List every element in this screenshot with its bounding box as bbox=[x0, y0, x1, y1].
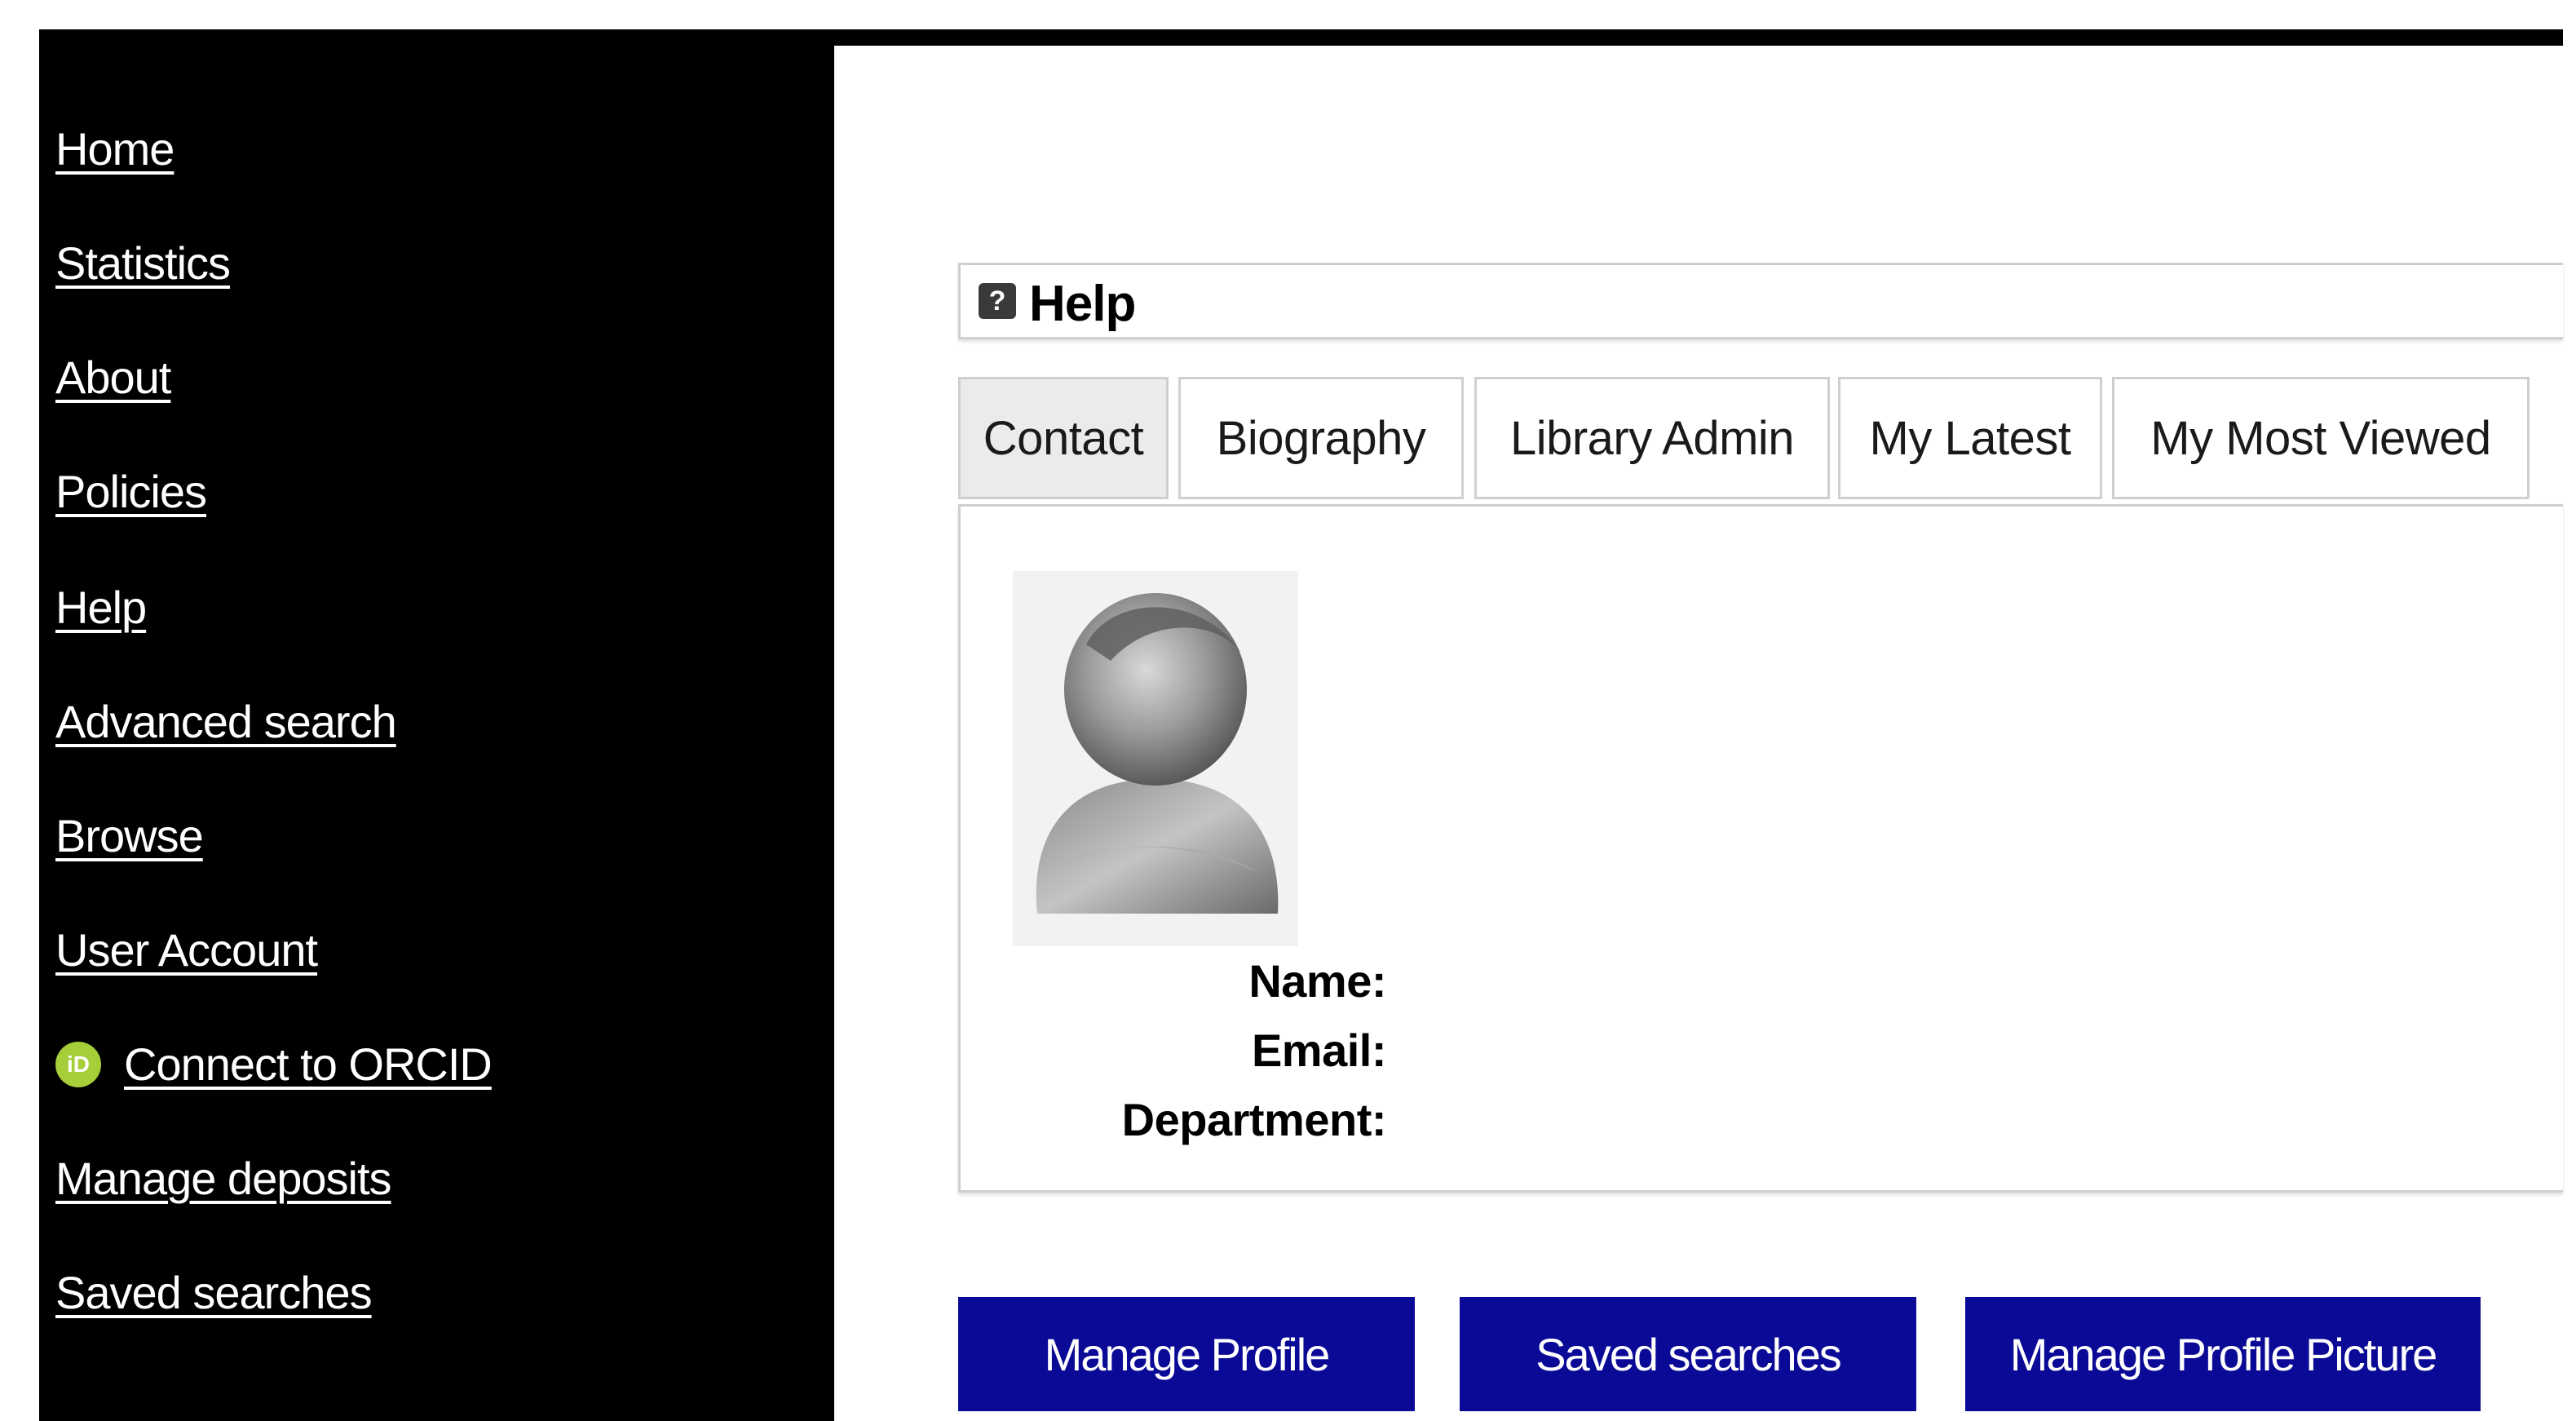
orcid-icon: iD bbox=[55, 1041, 101, 1087]
sidebar-item-saved-searches[interactable]: Saved searches bbox=[55, 1266, 373, 1319]
help-header: ? Help bbox=[958, 263, 2563, 339]
question-icon: ? bbox=[979, 283, 1016, 319]
sidebar-item-statistics[interactable]: Statistics bbox=[55, 237, 231, 290]
saved-searches-button[interactable]: Saved searches bbox=[1460, 1297, 1916, 1411]
tab-biography[interactable]: Biography bbox=[1178, 377, 1464, 499]
name-label: Name: bbox=[1248, 955, 1386, 1007]
manage-profile-picture-button[interactable]: Manage Profile Picture bbox=[1965, 1297, 2481, 1411]
sidebar-item-manage-deposits[interactable]: Manage deposits bbox=[55, 1152, 392, 1205]
sidebar-item-advanced-search[interactable]: Advanced search bbox=[55, 695, 397, 748]
sidebar-item-browse[interactable]: Browse bbox=[55, 809, 204, 862]
tab-my-most-viewed[interactable]: My Most Viewed bbox=[2112, 377, 2530, 499]
page: Home Statistics About Policies Help Adva… bbox=[0, 0, 2576, 1421]
department-label: Department: bbox=[1121, 1094, 1387, 1145]
sidebar-item-home[interactable]: Home bbox=[55, 122, 175, 175]
sidebar-item-label[interactable]: Connect to ORCID bbox=[124, 1038, 493, 1091]
user-avatar-icon bbox=[1013, 571, 1298, 946]
help-title: Help bbox=[1029, 276, 1136, 332]
tab-contact[interactable]: Contact bbox=[958, 377, 1169, 499]
sidebar-item-about[interactable]: About bbox=[55, 351, 171, 404]
sidebar-item-policies[interactable]: Policies bbox=[55, 465, 207, 518]
sidebar-item-help[interactable]: Help bbox=[55, 581, 147, 634]
tab-my-latest[interactable]: My Latest bbox=[1838, 377, 2102, 499]
sidebar-item-connect-orcid[interactable]: iD Connect to ORCID bbox=[55, 1038, 493, 1091]
tab-library-admin[interactable]: Library Admin bbox=[1474, 377, 1830, 499]
sidebar-item-user-account[interactable]: User Account bbox=[55, 923, 318, 976]
email-label: Email: bbox=[1251, 1025, 1387, 1076]
manage-profile-button[interactable]: Manage Profile bbox=[958, 1297, 1415, 1411]
